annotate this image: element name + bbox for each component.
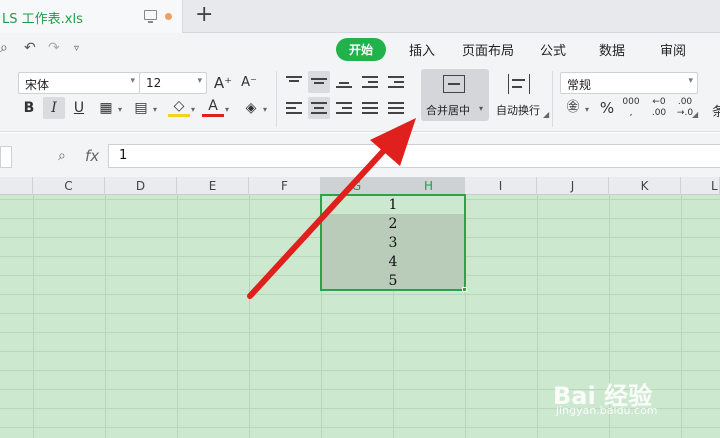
watermark-url: jingyan.baidu.com	[556, 404, 658, 417]
wps-spreadsheet-window: LS 工作表.xls + ⌕ ↶ ↷ ▿ 开始 插入 页面布局 公式 数据 审阅…	[0, 0, 720, 438]
arrow-shaft	[247, 143, 391, 299]
annotation-arrow	[247, 118, 416, 299]
